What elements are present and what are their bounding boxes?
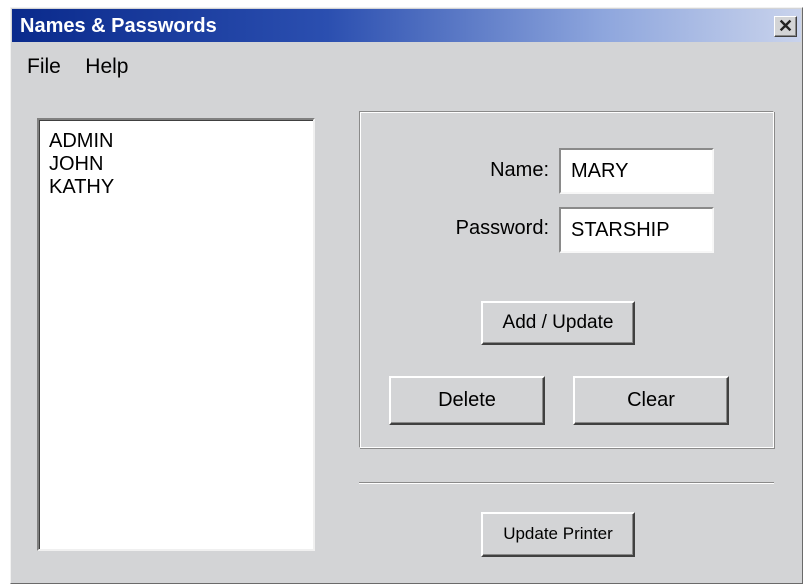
name-label: Name: [490, 159, 549, 181]
name-field[interactable]: MARY [559, 148, 714, 194]
title-bar[interactable]: Names & Passwords ✕ [12, 9, 801, 42]
menu-help[interactable]: Help [85, 55, 128, 79]
add-update-button[interactable]: Add / Update [481, 301, 635, 345]
password-label: Password: [455, 217, 549, 239]
close-icon: ✕ [777, 16, 794, 36]
list-item[interactable]: JOHN [49, 153, 303, 176]
clear-button[interactable]: Clear [573, 376, 729, 425]
update-printer-button[interactable]: Update Printer [481, 512, 635, 557]
names-passwords-window: Names & Passwords ✕ File Help ADMIN JOHN… [10, 7, 803, 584]
list-item[interactable]: ADMIN [49, 130, 303, 153]
user-list[interactable]: ADMIN JOHN KATHY [37, 118, 315, 551]
list-item[interactable]: KATHY [49, 176, 303, 199]
close-button[interactable]: ✕ [774, 16, 797, 37]
password-field[interactable]: STARSHIP [559, 207, 714, 253]
menu-file[interactable]: File [27, 55, 61, 79]
delete-button[interactable]: Delete [389, 376, 545, 425]
separator [359, 482, 774, 484]
window-title: Names & Passwords [20, 15, 217, 37]
menu-bar: File Help [27, 55, 149, 81]
